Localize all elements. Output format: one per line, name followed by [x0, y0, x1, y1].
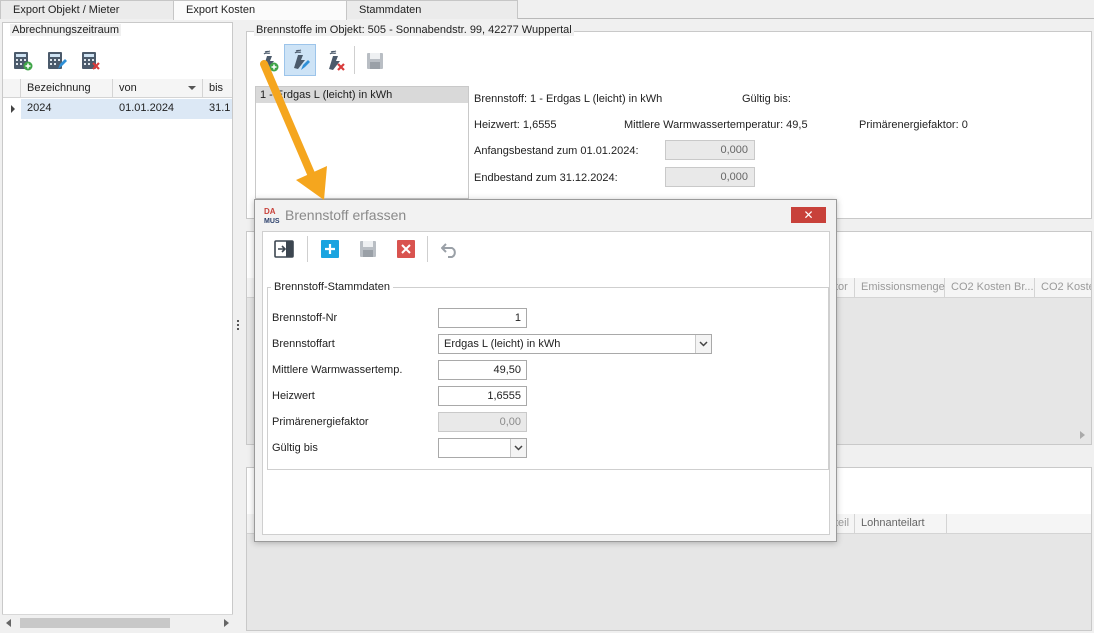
new-button[interactable]	[317, 237, 343, 261]
warmwasser-input[interactable]: 49,50	[438, 360, 527, 380]
col-bis[interactable]: bis	[203, 79, 232, 98]
brennstoffe-title: Brennstoffe im Objekt: 505 - Sonnabendst…	[254, 24, 574, 36]
exit-icon	[274, 240, 294, 258]
save-button[interactable]	[355, 237, 381, 261]
col-co2-koste[interactable]: CO2 Koste	[1035, 278, 1091, 297]
col-emissionsmenge[interactable]: Emissionsmenge	[855, 278, 945, 297]
chevron-down-icon[interactable]	[695, 335, 711, 353]
toolbar-separator	[354, 46, 355, 74]
add-period-button[interactable]	[12, 50, 34, 72]
brennstoffart-select[interactable]: Erdgas L (leicht) in kWh	[438, 334, 712, 354]
save-icon	[367, 53, 383, 69]
col-co2-kosten-br[interactable]: CO2 Kosten Br...	[945, 278, 1035, 297]
undo-icon	[441, 243, 456, 258]
delete-period-button[interactable]	[80, 50, 102, 72]
nr-label: Brennstoff-Nr	[272, 312, 338, 324]
svg-text:MUS: MUS	[264, 218, 280, 224]
calculator-edit-icon	[48, 52, 67, 69]
gueltig-info: Gültig bis:	[742, 93, 791, 105]
horizontal-scrollbar[interactable]	[2, 614, 233, 631]
table-row[interactable]: 2024 01.01.2024 31.1	[3, 99, 232, 119]
col-bezeichnung[interactable]: Bezeichnung	[21, 79, 113, 98]
cell-bis: 31.1	[203, 99, 232, 119]
scroll-right-icon[interactable]	[1080, 431, 1085, 439]
primaer-label: Primärenergiefaktor	[272, 416, 369, 428]
dialog-body: Brennstoff-Stammdaten Brennstoff-Nr 1 Br…	[262, 231, 830, 535]
close-icon: ✕	[803, 208, 814, 222]
delete-icon	[397, 240, 415, 258]
cancel-button[interactable]	[393, 237, 419, 261]
primaerenergiefaktor-input: 0,00	[438, 412, 527, 432]
tab-stammdaten[interactable]: Stammdaten	[346, 0, 518, 19]
tab-bar: Export Objekt / Mieter Export Kosten Sta…	[0, 0, 1094, 20]
toolbar-separator	[307, 236, 308, 262]
row-indicator-icon	[3, 99, 21, 119]
anfangsbestand-label: Anfangsbestand zum 01.01.2024:	[474, 145, 639, 157]
col-lohnanteilart[interactable]: Lohnanteilart	[855, 514, 947, 533]
period-grid-header: Bezeichnung von bis	[3, 79, 232, 98]
plus-icon	[321, 240, 339, 258]
art-label: Brennstoffart	[272, 338, 335, 350]
tab-export-kosten[interactable]: Export Kosten	[173, 0, 347, 20]
anfangsbestand-value: 0,000	[665, 140, 755, 160]
undo-button[interactable]	[437, 237, 463, 261]
col-von[interactable]: von	[113, 79, 203, 98]
sort-down-icon	[188, 86, 196, 90]
heizwert-info: Heizwert: 1,6555	[474, 119, 557, 131]
cell-bezeichnung: 2024	[21, 99, 113, 119]
exit-button[interactable]	[271, 237, 297, 261]
gueltig-label: Gültig bis	[272, 442, 318, 454]
scroll-left-icon[interactable]	[6, 619, 11, 627]
heizwert-label: Heizwert	[272, 390, 315, 402]
chevron-down-icon[interactable]	[510, 439, 526, 457]
endbestand-label: Endbestand zum 31.12.2024:	[474, 172, 618, 184]
calculator-add-icon	[14, 52, 33, 71]
brennstoff-info: Brennstoff: 1 - Erdgas L (leicht) in kWh	[474, 93, 663, 105]
calculator-delete-icon	[82, 52, 100, 70]
cell-von: 01.01.2024	[113, 99, 203, 119]
brennstoff-nr-input[interactable]: 1	[438, 308, 527, 328]
scroll-right-icon[interactable]	[224, 619, 229, 627]
endbestand-value: 0,000	[665, 167, 755, 187]
edit-period-button[interactable]	[46, 50, 68, 72]
heizwert-input[interactable]: 1,6555	[438, 386, 527, 406]
toolbar-separator	[427, 236, 428, 262]
section-title: Brennstoff-Stammdaten	[271, 281, 393, 293]
splitter-handle[interactable]	[237, 320, 240, 334]
close-button[interactable]: ✕	[791, 207, 826, 223]
save-icon	[360, 241, 376, 257]
lohn-grid-body	[247, 534, 1091, 630]
brennstoff-erfassen-dialog: DA MUS Brennstoff erfassen ✕ Brennstoff-…	[254, 199, 837, 542]
save-fuel-button[interactable]	[362, 48, 388, 74]
annotation-arrow-icon	[260, 60, 327, 200]
gueltig-bis-select[interactable]	[438, 438, 527, 458]
brennstoffart-value: Erdgas L (leicht) in kWh	[444, 338, 561, 350]
scroll-thumb[interactable]	[20, 618, 170, 628]
abrechnungszeitraum-title: Abrechnungszeitraum	[10, 24, 122, 36]
warmwasser-label: Mittlere Warmwassertemp.	[272, 364, 403, 376]
warmwasser-info: Mittlere Warmwassertemperatur: 49,5	[624, 119, 808, 131]
tab-export-objekt-mieter[interactable]: Export Objekt / Mieter	[0, 0, 174, 19]
primaer-info: Primärenergiefaktor: 0	[859, 119, 968, 131]
stammdaten-section	[267, 287, 829, 470]
